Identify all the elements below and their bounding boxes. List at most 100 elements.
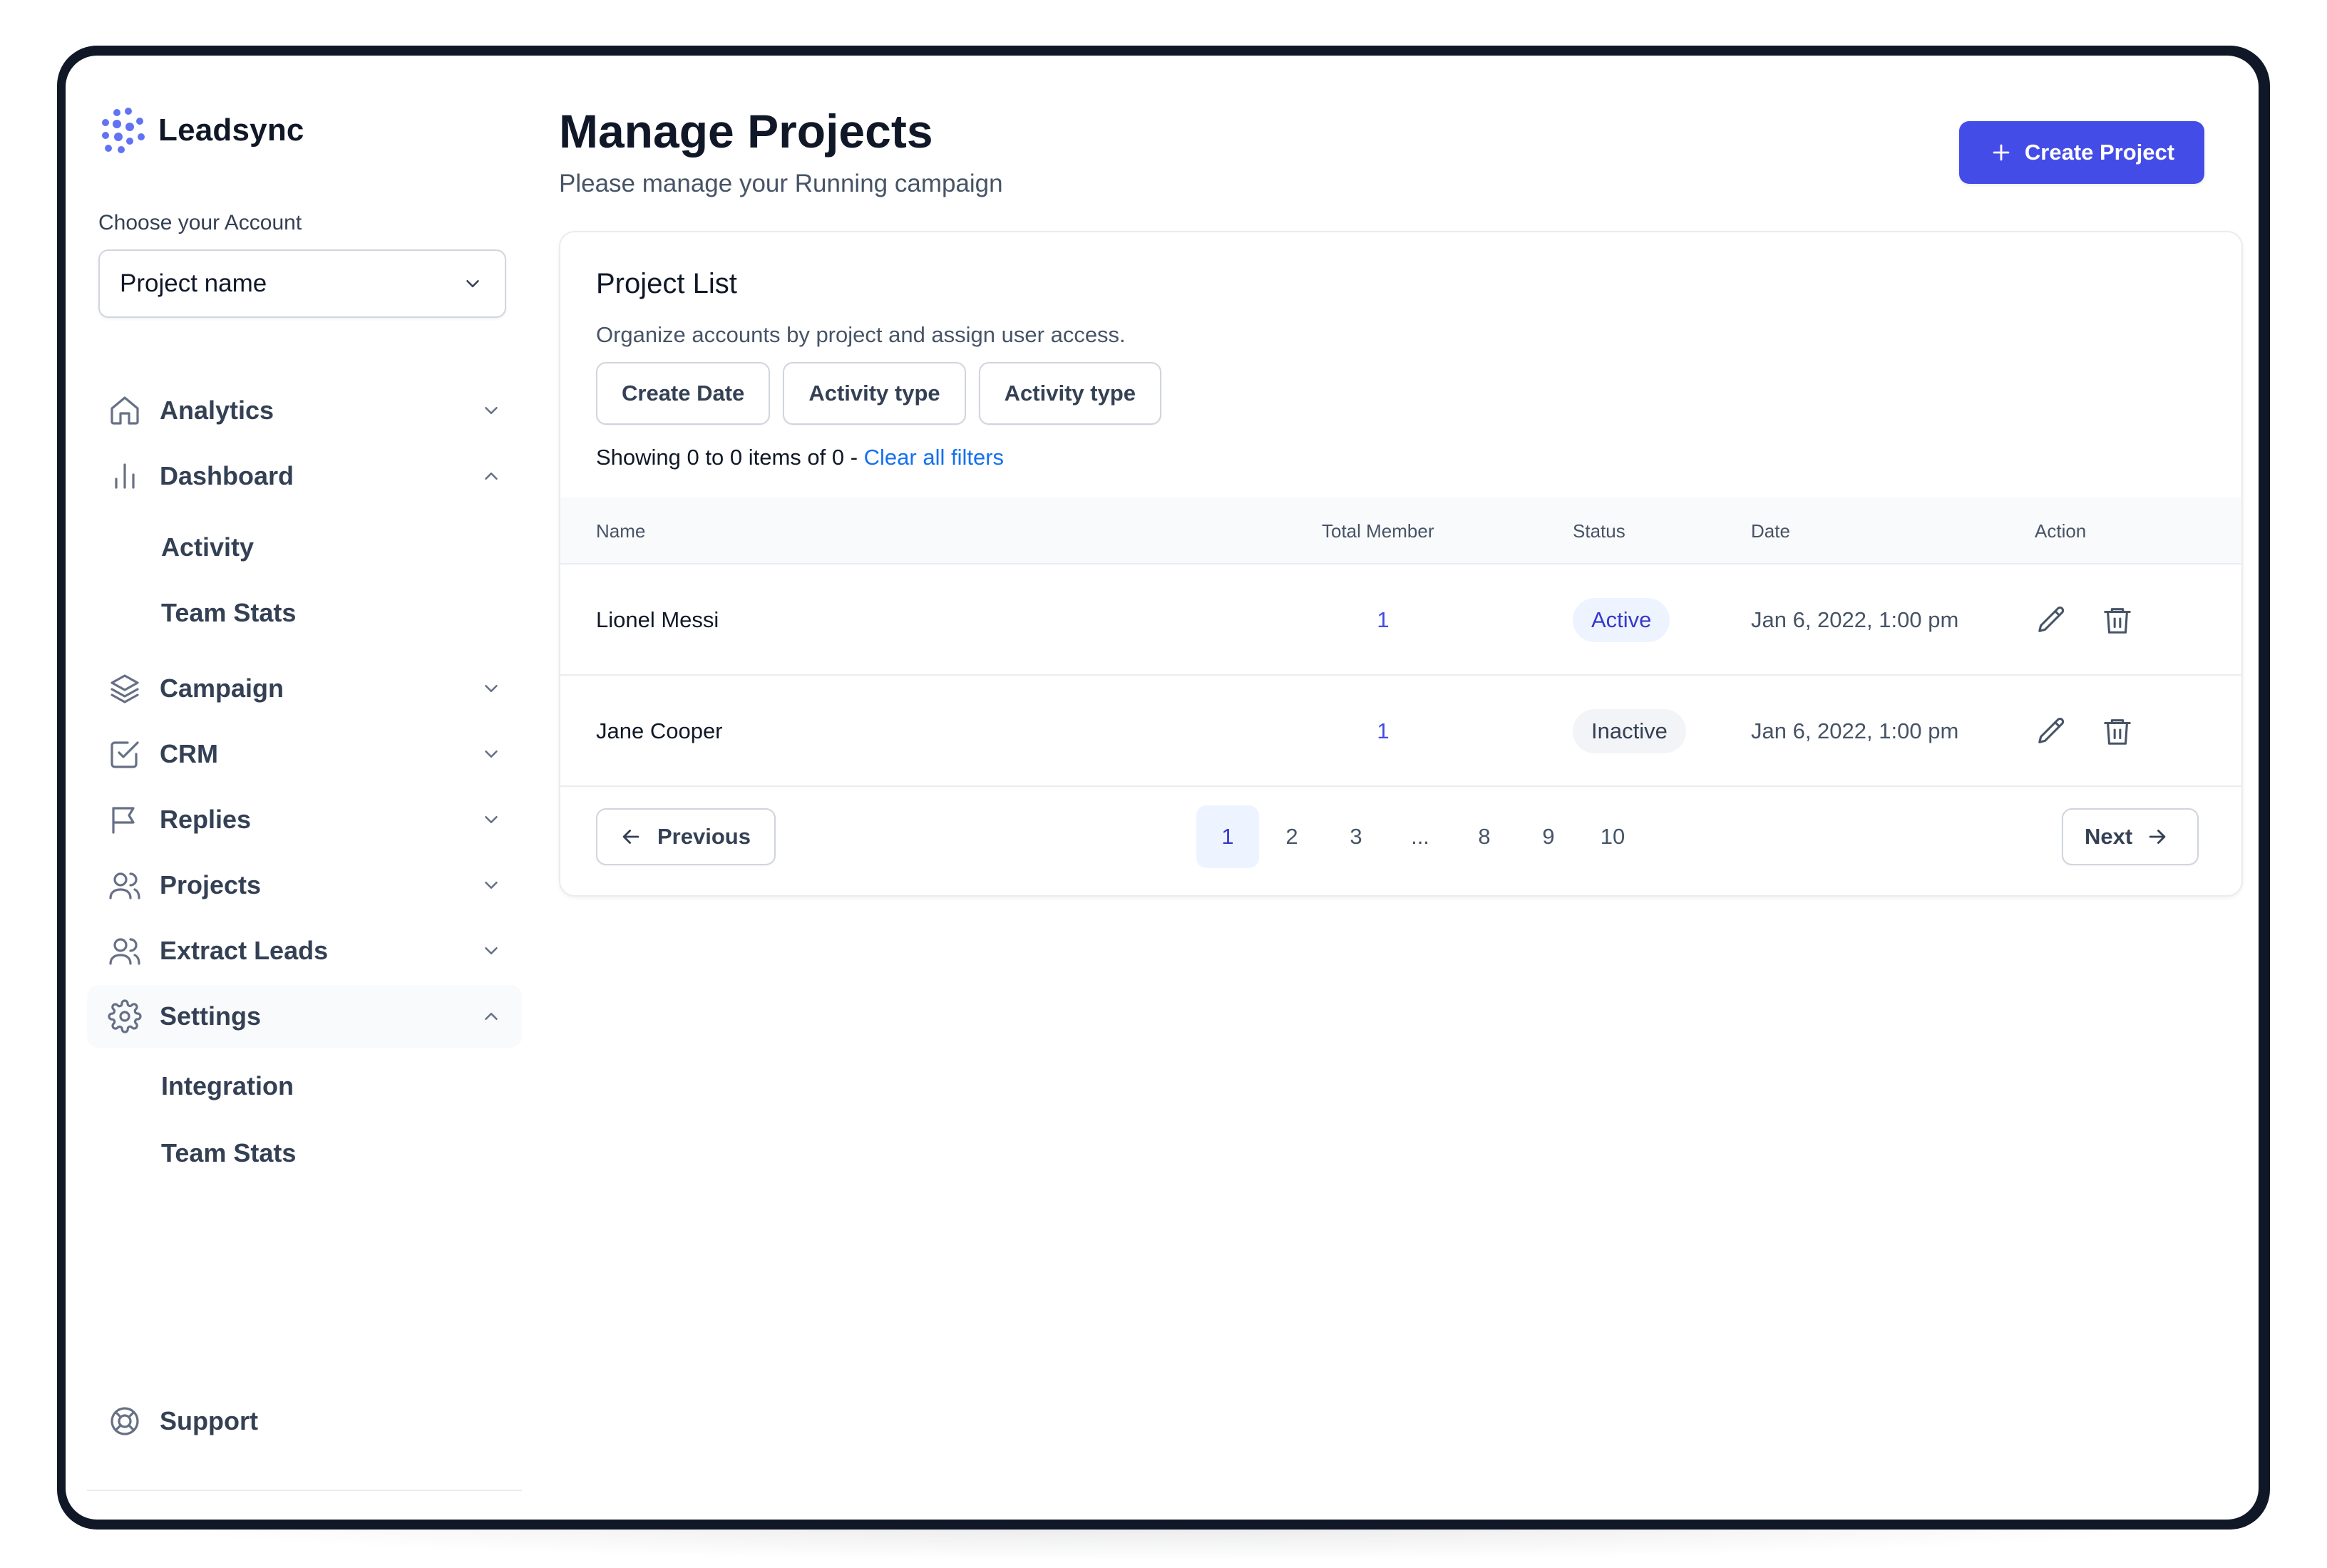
layers-icon xyxy=(106,669,144,708)
chevron-down-icon xyxy=(479,742,503,766)
chevron-up-icon xyxy=(479,464,503,488)
card-title: Project List xyxy=(596,268,737,299)
next-button[interactable]: Next xyxy=(2062,808,2199,865)
sidebar-subitem-team-stats[interactable]: Team Stats xyxy=(87,584,522,641)
row-status: Active xyxy=(1573,564,1670,676)
sidebar-item-label: Support xyxy=(160,1406,258,1435)
column-header-total-member[interactable]: Total Member xyxy=(1322,497,1434,564)
users-icon xyxy=(106,932,144,970)
plus-icon xyxy=(1993,144,2010,161)
sidebar-item-support[interactable]: Support xyxy=(87,1390,522,1453)
sidebar-item-label: Settings xyxy=(160,1001,262,1031)
chevron-down-icon xyxy=(479,676,503,701)
row-date: Jan 6, 2022, 1:00 pm xyxy=(1751,718,1959,743)
edit-button[interactable] xyxy=(2032,711,2072,751)
life-buoy-icon xyxy=(106,1402,144,1440)
page-title: Manage Projects xyxy=(559,105,933,158)
gear-icon xyxy=(106,997,144,1036)
sidebar-subitem-label: Integration xyxy=(161,1071,294,1100)
sidebar-item-crm[interactable]: CRM xyxy=(87,723,522,785)
delete-button[interactable] xyxy=(2097,711,2137,751)
sidebar-subitem-label: Team Stats xyxy=(161,1138,297,1167)
column-header-status[interactable]: Status xyxy=(1573,497,1625,564)
check-square-icon xyxy=(106,735,144,773)
table-row[interactable]: Jane Cooper 1 Inactive Jan 6, 2022, 1:00… xyxy=(560,676,2241,787)
sidebar-item-extract-leads[interactable]: Extract Leads xyxy=(87,919,522,982)
sidebar-item-label: Dashboard xyxy=(160,461,294,490)
row-status: Inactive xyxy=(1573,676,1686,787)
page-number[interactable]: 8 xyxy=(1453,805,1516,868)
delete-button[interactable] xyxy=(2097,600,2137,640)
flag-icon xyxy=(106,800,144,839)
previous-label: Previous xyxy=(657,824,751,849)
create-project-label: Create Project xyxy=(2024,140,2175,165)
page-number[interactable]: 1 xyxy=(1196,805,1259,868)
status-badge: Inactive xyxy=(1573,709,1686,753)
sidebar-item-settings[interactable]: Settings xyxy=(87,985,522,1048)
sidebar-subitem-team-stats-settings[interactable]: Team Stats xyxy=(87,1125,522,1182)
column-header-date[interactable]: Date xyxy=(1751,497,1790,564)
row-name: Lionel Messi xyxy=(596,607,719,632)
pencil-icon xyxy=(2038,718,2065,743)
chevron-down-icon xyxy=(479,808,503,832)
page-number[interactable]: 10 xyxy=(1581,805,1644,868)
bar-chart-icon xyxy=(106,457,144,495)
page-number[interactable]: 2 xyxy=(1260,805,1323,868)
create-project-button[interactable]: Create Project xyxy=(1959,121,2204,184)
table-row[interactable]: Lionel Messi 1 Active Jan 6, 2022, 1:00 … xyxy=(560,564,2241,676)
chevron-down-icon xyxy=(479,873,503,897)
brand: Leadsync xyxy=(98,107,304,154)
page-number[interactable]: 3 xyxy=(1325,805,1387,868)
column-header-action: Action xyxy=(2035,520,2087,542)
app-window: Leadsync Choose your Account Project nam… xyxy=(66,56,2259,1520)
sidebar-subitem-label: Team Stats xyxy=(161,598,297,627)
sidebar-item-projects[interactable]: Projects xyxy=(87,854,522,917)
page-subtitle: Please manage your Running campaign xyxy=(559,170,1003,197)
chevron-down-icon xyxy=(479,939,503,963)
sidebar-subitem-label: Activity xyxy=(161,532,255,562)
brand-name: Leadsync xyxy=(158,113,304,148)
sidebar-subitem-integration[interactable]: Integration xyxy=(87,1058,522,1115)
page-number[interactable]: 9 xyxy=(1517,805,1580,868)
status-badge: Active xyxy=(1573,598,1670,642)
sidebar-item-analytics[interactable]: Analytics xyxy=(87,379,522,442)
chevron-down-icon xyxy=(479,398,503,423)
row-members: 1 xyxy=(1377,607,1389,632)
sidebar-item-label: Analytics xyxy=(160,396,274,425)
clear-filters-link[interactable]: Clear all filters xyxy=(864,445,1004,470)
pencil-icon xyxy=(2038,607,2065,632)
row-date: Jan 6, 2022, 1:00 pm xyxy=(1751,607,1959,632)
trash-icon xyxy=(2104,608,2131,634)
filter-activity-type-button-2[interactable]: Activity type xyxy=(978,362,1161,425)
card-subtitle: Organize accounts by project and assign … xyxy=(596,322,1126,347)
pagination: Previous 1 2 3 ... 8 9 10 Next xyxy=(560,787,2241,895)
filter-create-date-button[interactable]: Create Date xyxy=(596,362,771,425)
table-header: Name Total Member Status Date Action xyxy=(560,497,2241,564)
arrow-left-icon xyxy=(622,830,639,844)
filter-activity-type-button[interactable]: Activity type xyxy=(783,362,966,425)
sidebar-item-label: CRM xyxy=(160,739,218,768)
sidebar-item-label: Extract Leads xyxy=(160,936,329,965)
row-name: Jane Cooper xyxy=(596,718,723,743)
column-header-name[interactable]: Name xyxy=(596,497,645,564)
edit-button[interactable] xyxy=(2032,600,2072,640)
page-numbers: 1 2 3 ... 8 9 10 xyxy=(1196,805,1645,868)
sidebar-divider xyxy=(87,1490,522,1491)
filter-bar: Create Date Activity type Activity type xyxy=(596,362,1161,425)
page-ellipsis: ... xyxy=(1411,824,1429,849)
chevron-up-icon xyxy=(479,1004,503,1028)
project-list-card: Project List Organize accounts by projec… xyxy=(559,231,2243,897)
sidebar-item-replies[interactable]: Replies xyxy=(87,788,522,851)
sidebar-item-campaign[interactable]: Campaign xyxy=(87,657,522,720)
sidebar-item-label: Replies xyxy=(160,805,252,834)
account-select-value: Project name xyxy=(120,269,267,297)
chevron-down-icon xyxy=(461,272,485,296)
sidebar-item-dashboard[interactable]: Dashboard xyxy=(87,445,522,507)
results-summary: Showing 0 to 0 items of 0 - Clear all fi… xyxy=(596,445,1004,470)
sidebar-subitem-activity[interactable]: Activity xyxy=(87,519,522,576)
previous-button[interactable]: Previous xyxy=(596,808,776,865)
arrow-right-icon xyxy=(2149,830,2166,844)
row-members: 1 xyxy=(1377,718,1389,743)
sidebar-item-label: Campaign xyxy=(160,674,284,703)
account-select[interactable]: Project name xyxy=(98,249,506,318)
